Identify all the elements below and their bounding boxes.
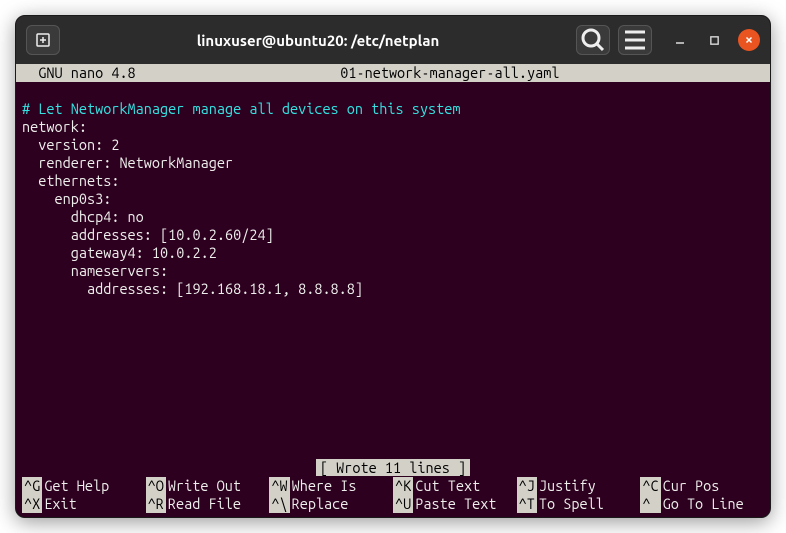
close-icon bbox=[744, 35, 754, 45]
new-tab-icon bbox=[35, 32, 51, 48]
shortcut-where-is: ^WWhere Is bbox=[269, 477, 393, 495]
window-controls bbox=[670, 29, 760, 51]
nano-app-label: GNU nano 4.8 bbox=[22, 64, 136, 82]
shortcut-cur-pos: ^CCur Pos bbox=[640, 477, 764, 495]
file-line: enp0s3: bbox=[22, 190, 111, 207]
nano-header: GNU nano 4.8 01-network-manager-all.yaml bbox=[16, 64, 770, 82]
shortcut-row: ^XExit ^RRead File ^\Replace ^UPaste Tex… bbox=[22, 495, 764, 513]
nano-status-line: [ Wrote 11 lines ] bbox=[16, 459, 770, 477]
file-line: # Let NetworkManager manage all devices … bbox=[22, 100, 460, 117]
file-line: addresses: [10.0.2.60/24] bbox=[22, 226, 274, 243]
status-badge: [ Wrote 11 lines ] bbox=[316, 459, 470, 476]
window-title: linuxuser@ubuntu20: /etc/netplan bbox=[68, 32, 568, 49]
terminal-body[interactable]: GNU nano 4.8 01-network-manager-all.yaml… bbox=[16, 64, 770, 517]
shortcut-justify: ^JJustify bbox=[517, 477, 641, 495]
shortcut-to-spell: ^TTo Spell bbox=[517, 495, 641, 513]
shortcut-row: ^GGet Help ^OWrite Out ^WWhere Is ^KCut … bbox=[22, 477, 764, 495]
maximize-button[interactable] bbox=[704, 30, 724, 50]
file-line: nameservers: bbox=[22, 262, 168, 279]
file-line: renderer: NetworkManager bbox=[22, 154, 233, 171]
search-button[interactable] bbox=[576, 25, 610, 55]
minimize-button[interactable] bbox=[670, 30, 690, 50]
file-line: dhcp4: no bbox=[22, 208, 144, 225]
shortcut-paste-text: ^UPaste Text bbox=[393, 495, 517, 513]
titlebar: linuxuser@ubuntu20: /etc/netplan bbox=[16, 16, 770, 64]
shortcut-get-help: ^GGet Help bbox=[22, 477, 146, 495]
search-icon bbox=[577, 24, 609, 56]
shortcut-go-to-line: ^ Go To Line bbox=[640, 495, 764, 513]
file-line: gateway4: 10.0.2.2 bbox=[22, 244, 217, 261]
minimize-icon bbox=[674, 34, 686, 46]
nano-shortcuts: ^GGet Help ^OWrite Out ^WWhere Is ^KCut … bbox=[16, 477, 770, 517]
shortcut-exit: ^XExit bbox=[22, 495, 146, 513]
file-line: network: bbox=[22, 118, 87, 135]
shortcut-replace: ^\Replace bbox=[269, 495, 393, 513]
file-line: ethernets: bbox=[22, 172, 119, 189]
hamburger-icon bbox=[619, 24, 651, 56]
hamburger-button[interactable] bbox=[618, 25, 652, 55]
file-line: addresses: [192.168.18.1, 8.8.8.8] bbox=[22, 280, 363, 297]
nano-filename: 01-network-manager-all.yaml bbox=[136, 64, 764, 82]
new-tab-button[interactable] bbox=[26, 25, 60, 55]
file-line: version: 2 bbox=[22, 136, 119, 153]
terminal-window: linuxuser@ubuntu20: /etc/netplan bbox=[15, 15, 771, 518]
maximize-icon bbox=[709, 35, 720, 46]
editor-content[interactable]: # Let NetworkManager manage all devices … bbox=[16, 82, 770, 459]
shortcut-read-file: ^RRead File bbox=[146, 495, 270, 513]
shortcut-write-out: ^OWrite Out bbox=[146, 477, 270, 495]
close-button[interactable] bbox=[738, 29, 760, 51]
shortcut-cut-text: ^KCut Text bbox=[393, 477, 517, 495]
